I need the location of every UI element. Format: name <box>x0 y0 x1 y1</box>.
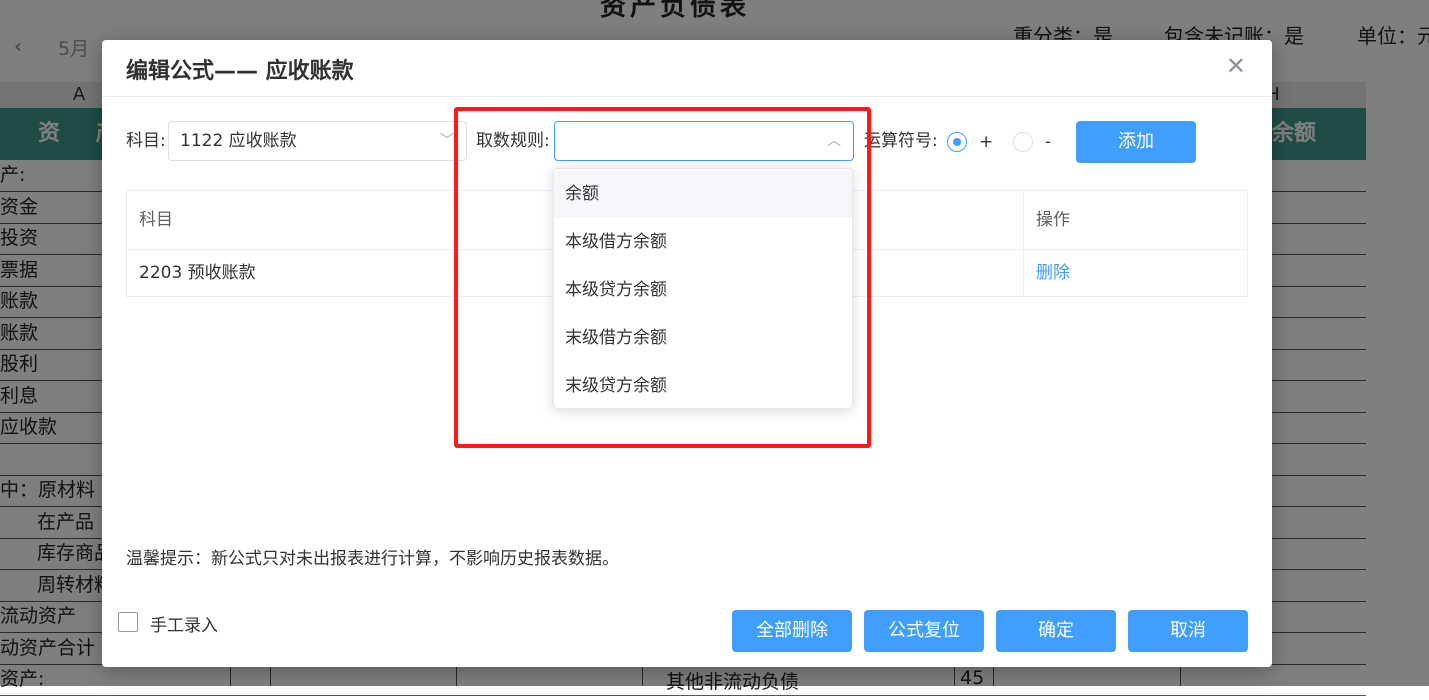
close-icon[interactable]: ✕ <box>1226 54 1246 78</box>
dropdown-option[interactable]: 本级借方余额 <box>554 218 852 266</box>
radio-minus-label[interactable]: - <box>1045 132 1051 152</box>
manual-entry-label[interactable]: 手工录入 <box>150 611 218 636</box>
warm-tip: 温馨提示：新公式只对未出报表进行计算，不影响历史报表数据。 <box>126 549 619 569</box>
rule-label: 取数规则: <box>476 131 550 151</box>
delete-link[interactable]: 删除 <box>1036 263 1070 283</box>
rule-select[interactable]: ︿ <box>554 121 854 161</box>
radio-minus[interactable] <box>1013 132 1033 152</box>
manual-entry-checkbox[interactable] <box>118 612 138 632</box>
reset-formula-button[interactable]: 公式复位 <box>864 610 984 652</box>
subject-select-value: 1122 应收账款 <box>180 131 297 151</box>
cancel-button[interactable]: 取消 <box>1128 610 1248 652</box>
radio-plus-label[interactable]: + <box>979 132 993 152</box>
dialog-header: 编辑公式—— 应收账款 ✕ <box>102 40 1272 97</box>
add-button[interactable]: 添加 <box>1076 121 1196 163</box>
dropdown-option[interactable]: 末级借方余额 <box>554 314 852 362</box>
dialog-title: 编辑公式—— 应收账款 <box>126 59 354 84</box>
subject-select[interactable]: 1122 应收账款 ﹀ <box>168 121 467 161</box>
chevron-down-icon: ﹀ <box>440 133 454 149</box>
cell-action: 删除 <box>1023 250 1247 296</box>
column-header-action: 操作 <box>1023 191 1247 249</box>
dropdown-option[interactable]: 末级贷方余额 <box>554 362 852 410</box>
dropdown-option[interactable]: 本级贷方余额 <box>554 266 852 314</box>
delete-all-button[interactable]: 全部删除 <box>732 610 852 652</box>
subject-label: 科目: <box>126 131 166 151</box>
operator-label: 运算符号: <box>864 131 938 151</box>
chevron-up-icon: ︿ <box>827 133 841 149</box>
radio-plus[interactable] <box>947 132 967 152</box>
dropdown-option[interactable]: 余额 <box>554 170 852 218</box>
confirm-button[interactable]: 确定 <box>996 610 1116 652</box>
rule-dropdown-menu: 余额 本级借方余额 本级贷方余额 末级借方余额 末级贷方余额 <box>553 168 853 409</box>
